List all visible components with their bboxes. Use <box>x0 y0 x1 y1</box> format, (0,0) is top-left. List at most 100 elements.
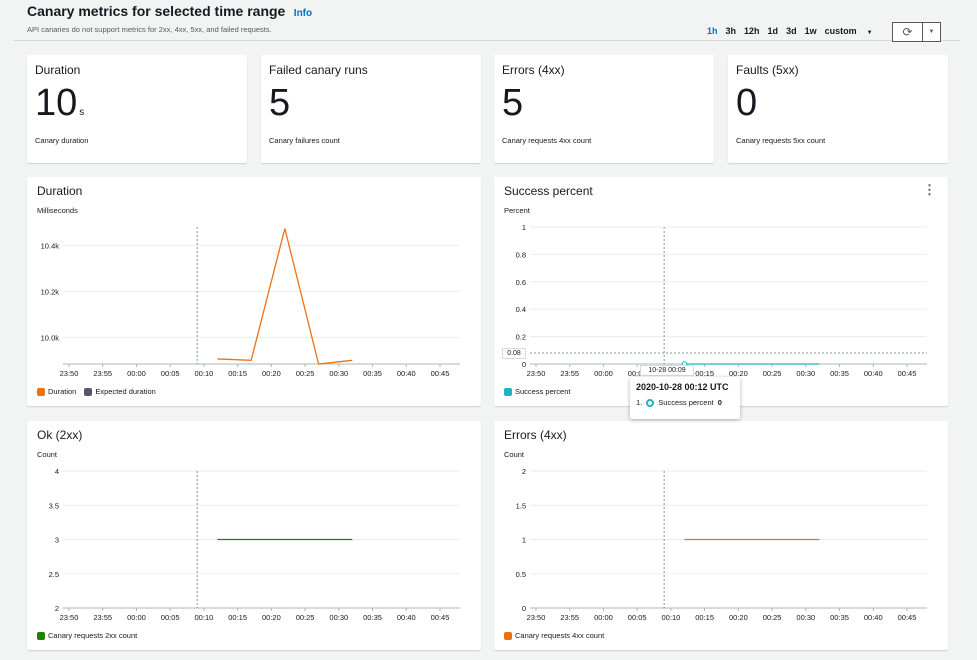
header-subtitle: API canaries do not support metrics for … <box>27 25 312 34</box>
chart-legend: Canary requests 2xx count <box>37 631 137 640</box>
series-line <box>217 229 352 364</box>
y-tick-label: 0.5 <box>516 570 526 579</box>
y-tick-label: 0.4 <box>516 305 526 314</box>
chart-legend: Success percent <box>504 387 570 396</box>
chart-legend: Canary requests 4xx count <box>504 631 604 640</box>
legend-label: Expected duration <box>95 387 155 396</box>
kpi-value: 10s <box>35 81 84 135</box>
kpi-card-faults-5xx: Faults (5xx) 0 Canary requests 5xx count <box>728 55 948 163</box>
x-tick-label: 23:55 <box>560 369 579 378</box>
legend-swatch <box>37 388 45 396</box>
kpi-value: 5 <box>269 81 290 125</box>
y-tick-label: 2 <box>522 467 526 476</box>
y-tick-label: 2.5 <box>49 570 59 579</box>
legend-item[interactable]: Canary requests 2xx count <box>37 631 137 640</box>
duration-chart: 10.0k10.2k10.4k23:5023:5500:0000:0500:10… <box>27 177 481 406</box>
x-tick-label: 00:30 <box>329 369 348 378</box>
page-title: Canary metrics for selected time range <box>27 3 285 19</box>
x-tick-label: 00:25 <box>296 369 315 378</box>
success-percent-chart: 00.20.40.60.8123:5023:5500:0000:0500:100… <box>494 177 948 406</box>
x-tick-label: 00:45 <box>431 613 450 622</box>
refresh-dropdown-button[interactable]: ▼ <box>923 23 940 41</box>
range-3d[interactable]: 3d <box>786 26 797 36</box>
caret-down-icon: ▼ <box>867 30 873 36</box>
range-1d[interactable]: 1d <box>768 26 779 36</box>
refresh-button[interactable]: ⟳ <box>893 23 923 41</box>
x-tick-label: 00:45 <box>898 369 917 378</box>
x-tick-label: 23:55 <box>93 369 112 378</box>
x-tick-label: 00:15 <box>695 613 714 622</box>
y-tick-label: 0 <box>522 360 526 369</box>
x-tick-label: 00:40 <box>397 613 416 622</box>
crosshair-y-label: 0.08 <box>502 348 526 359</box>
legend-label: Canary requests 4xx count <box>515 631 604 640</box>
y-tick-label: 4 <box>55 467 59 476</box>
tooltip-row: 1. Success percent 0 <box>636 398 734 407</box>
caret-down-icon: ▼ <box>929 29 935 35</box>
x-tick-label: 00:35 <box>830 369 849 378</box>
x-tick-label: 00:35 <box>363 369 382 378</box>
x-tick-label: 00:30 <box>329 613 348 622</box>
y-tick-label: 0 <box>522 604 526 613</box>
kpi-description: Canary failures count <box>269 136 340 145</box>
ok-2xx-chart: 22.533.5423:5023:5500:0000:0500:1000:150… <box>27 421 481 650</box>
x-tick-label: 00:30 <box>796 369 815 378</box>
legend-item[interactable]: Duration <box>37 387 76 396</box>
x-tick-label: 00:25 <box>763 613 782 622</box>
range-3h[interactable]: 3h <box>726 26 737 36</box>
y-tick-label: 2 <box>55 604 59 613</box>
time-range-selector: 1h 3h 12h 1d 3d 1w custom ▼ <box>707 26 889 36</box>
info-link[interactable]: Info <box>294 8 312 19</box>
range-custom[interactable]: custom ▼ <box>825 26 881 36</box>
kpi-title: Duration <box>35 63 80 77</box>
x-tick-label: 00:10 <box>195 613 214 622</box>
y-tick-label: 3.5 <box>49 501 59 510</box>
chart-card-success-percent: Success percent ⋮ Percent 00.20.40.60.81… <box>494 177 948 406</box>
range-12h[interactable]: 12h <box>744 26 760 36</box>
range-custom-label: custom <box>825 26 857 36</box>
chart-legend: Duration Expected duration <box>37 387 156 396</box>
x-tick-label: 00:05 <box>628 613 647 622</box>
legend-label: Canary requests 2xx count <box>48 631 137 640</box>
x-tick-label: 00:05 <box>161 369 180 378</box>
x-tick-label: 00:25 <box>296 613 315 622</box>
legend-swatch <box>37 632 45 640</box>
x-tick-label: 00:45 <box>898 613 917 622</box>
crosshair-x-label: 10-28 00:09 <box>640 365 694 376</box>
legend-swatch <box>84 388 92 396</box>
header-divider <box>14 40 961 41</box>
legend-swatch <box>504 632 512 640</box>
y-tick-label: 1 <box>522 536 526 545</box>
x-tick-label: 00:10 <box>662 613 681 622</box>
kpi-card-duration: Duration 10s Canary duration <box>27 55 247 163</box>
chart-card-duration: Duration Milliseconds 10.0k10.2k10.4k23:… <box>27 177 481 406</box>
series-marker-icon <box>646 399 654 407</box>
legend-item[interactable]: Success percent <box>504 387 570 396</box>
range-1h[interactable]: 1h <box>707 26 718 36</box>
range-1w[interactable]: 1w <box>805 26 817 36</box>
x-tick-label: 00:30 <box>796 613 815 622</box>
y-tick-label: 1.5 <box>516 501 526 510</box>
x-tick-label: 00:00 <box>127 369 146 378</box>
kpi-value: 0 <box>736 81 757 125</box>
x-tick-label: 23:55 <box>560 613 579 622</box>
kpi-description: Canary requests 5xx count <box>736 136 825 145</box>
y-tick-label: 0.8 <box>516 250 526 259</box>
kpi-unit: s <box>79 107 84 118</box>
tooltip-series: Success percent <box>658 398 713 407</box>
y-tick-label: 10.2k <box>41 287 60 296</box>
legend-item[interactable]: Expected duration <box>84 387 155 396</box>
legend-item[interactable]: Canary requests 4xx count <box>504 631 604 640</box>
x-tick-label: 00:00 <box>594 369 613 378</box>
refresh-button-group: ⟳ ▼ <box>892 22 941 42</box>
x-tick-label: 00:40 <box>864 369 883 378</box>
x-tick-label: 00:45 <box>431 369 450 378</box>
x-tick-label: 23:50 <box>60 369 79 378</box>
refresh-icon: ⟳ <box>902 25 912 39</box>
tooltip-value: 0 <box>718 398 722 407</box>
y-tick-label: 0.2 <box>516 333 526 342</box>
y-tick-label: 1 <box>522 223 526 232</box>
legend-swatch <box>504 388 512 396</box>
x-tick-label: 00:15 <box>228 613 247 622</box>
legend-label: Success percent <box>515 387 570 396</box>
